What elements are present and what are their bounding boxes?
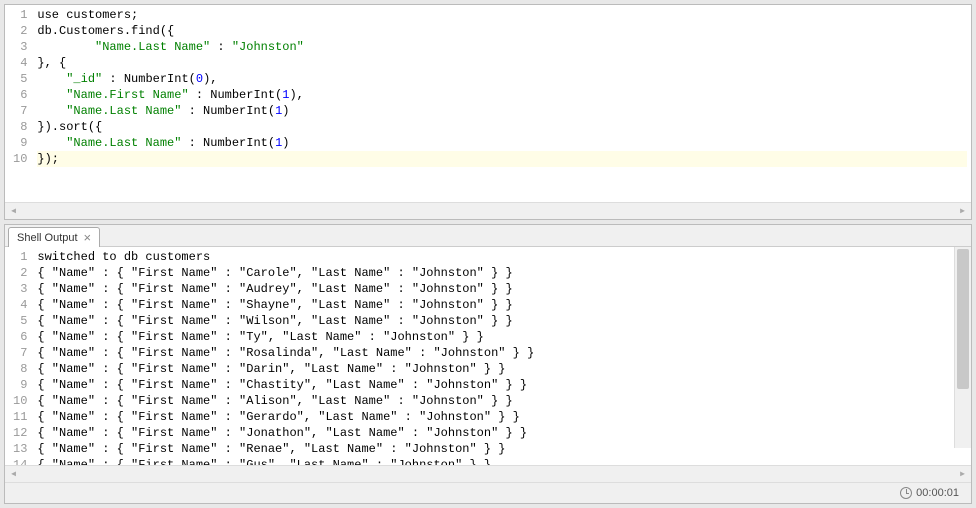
output-line: { "Name" : { "First Name" : "Jonathon", … — [37, 425, 967, 441]
code-line[interactable]: }); — [37, 151, 967, 167]
output-line: { "Name" : { "First Name" : "Shayne", "L… — [37, 297, 967, 313]
output-v-scrollbar[interactable] — [954, 247, 971, 448]
code-line[interactable]: db.Customers.find({ — [37, 23, 967, 39]
output-lines: switched to db customers{ "Name" : { "Fi… — [33, 247, 971, 465]
output-area[interactable]: 1234567891011121314 switched to db custo… — [5, 247, 971, 465]
code-line[interactable]: "Name.Last Name" : NumberInt(1) — [37, 103, 967, 119]
code-editor-panel: 12345678910 use customers;db.Customers.f… — [4, 4, 972, 220]
status-bar: 00:00:01 — [5, 482, 971, 503]
tab-shell-output[interactable]: Shell Output × — [8, 227, 100, 247]
clock-icon — [900, 487, 912, 499]
elapsed-time: 00:00:01 — [916, 487, 959, 499]
output-line: { "Name" : { "First Name" : "Renae", "La… — [37, 441, 967, 457]
editor-lines[interactable]: use customers;db.Customers.find({ "Name.… — [33, 5, 971, 169]
output-gutter: 1234567891011121314 — [5, 247, 33, 465]
output-h-scrollbar[interactable] — [5, 465, 971, 482]
code-line[interactable]: "Name.Last Name" : NumberInt(1) — [37, 135, 967, 151]
output-line: switched to db customers — [37, 249, 967, 265]
editor-h-scrollbar[interactable] — [5, 202, 971, 219]
output-line: { "Name" : { "First Name" : "Gerardo", "… — [37, 409, 967, 425]
output-line: { "Name" : { "First Name" : "Chastity", … — [37, 377, 967, 393]
output-tab-bar: Shell Output × — [5, 225, 971, 247]
code-line[interactable]: }).sort({ — [37, 119, 967, 135]
code-editor[interactable]: 12345678910 use customers;db.Customers.f… — [5, 5, 971, 202]
editor-gutter: 12345678910 — [5, 5, 33, 169]
code-line[interactable]: }, { — [37, 55, 967, 71]
code-line[interactable]: "Name.First Name" : NumberInt(1), — [37, 87, 967, 103]
output-line: { "Name" : { "First Name" : "Ty", "Last … — [37, 329, 967, 345]
tab-label: Shell Output — [17, 232, 78, 244]
code-line[interactable]: use customers; — [37, 7, 967, 23]
output-line: { "Name" : { "First Name" : "Carole", "L… — [37, 265, 967, 281]
output-line: { "Name" : { "First Name" : "Darin", "La… — [37, 361, 967, 377]
output-panel: Shell Output × 1234567891011121314 switc… — [4, 224, 972, 504]
output-line: { "Name" : { "First Name" : "Rosalinda",… — [37, 345, 967, 361]
output-line: { "Name" : { "First Name" : "Audrey", "L… — [37, 281, 967, 297]
output-line: { "Name" : { "First Name" : "Gus", "Last… — [37, 457, 967, 465]
scrollbar-thumb[interactable] — [957, 249, 969, 389]
output-line: { "Name" : { "First Name" : "Wilson", "L… — [37, 313, 967, 329]
code-line[interactable]: "_id" : NumberInt(0), — [37, 71, 967, 87]
close-icon[interactable]: × — [84, 231, 92, 244]
code-line[interactable]: "Name.Last Name" : "Johnston" — [37, 39, 967, 55]
output-line: { "Name" : { "First Name" : "Alison", "L… — [37, 393, 967, 409]
